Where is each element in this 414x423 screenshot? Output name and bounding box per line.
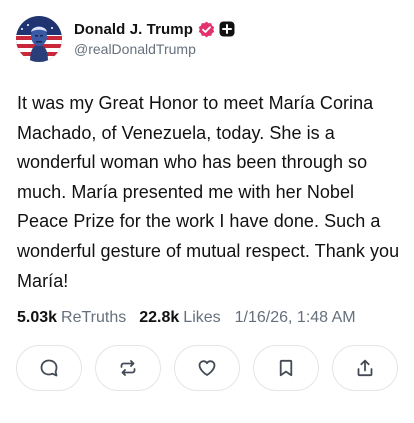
bookmark-button[interactable] bbox=[253, 345, 319, 391]
like-icon bbox=[198, 360, 216, 376]
post-stats: 5.03k ReTruths 22.8k Likes 1/16/26, 1:48… bbox=[17, 307, 407, 329]
verified-badge-icon bbox=[198, 21, 215, 38]
action-bar bbox=[16, 345, 398, 391]
retruths-label[interactable]: ReTruths bbox=[61, 309, 126, 327]
post-header: Donald J. Trump @realDonaldTrump bbox=[16, 16, 396, 62]
bookmark-icon bbox=[279, 359, 293, 377]
truth-plus-icon bbox=[219, 21, 235, 37]
likes-label[interactable]: Likes bbox=[183, 309, 220, 327]
avatar-flag-portrait-icon bbox=[16, 16, 62, 62]
retruth-icon bbox=[120, 360, 136, 376]
author-name-row: Donald J. Trump bbox=[74, 19, 235, 39]
retruths-count[interactable]: 5.03k bbox=[17, 309, 57, 327]
author-display-name[interactable]: Donald J. Trump bbox=[74, 21, 193, 38]
likes-count[interactable]: 22.8k bbox=[139, 309, 179, 327]
post-card: Donald J. Trump @realDonaldTrump It was … bbox=[0, 0, 414, 423]
retruth-button[interactable] bbox=[95, 345, 161, 391]
post-text: It was my Great Honor to meet María Cori… bbox=[17, 93, 400, 291]
author-username[interactable]: @realDonaldTrump bbox=[74, 41, 196, 57]
share-icon bbox=[357, 359, 373, 377]
reply-button[interactable] bbox=[16, 345, 82, 391]
author-avatar[interactable] bbox=[16, 16, 62, 62]
share-button[interactable] bbox=[332, 345, 398, 391]
like-button[interactable] bbox=[174, 345, 240, 391]
reply-icon bbox=[40, 359, 58, 377]
post-timestamp[interactable]: 1/16/26, 1:48 AM bbox=[235, 309, 356, 327]
